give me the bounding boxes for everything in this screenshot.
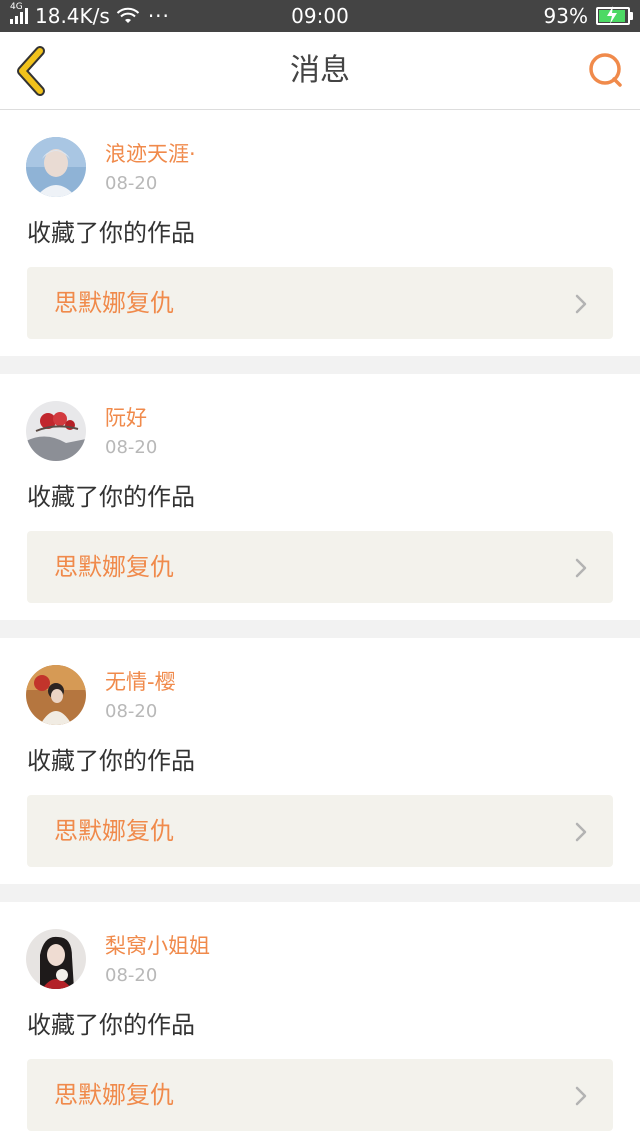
- chevron-right-icon: [575, 558, 587, 578]
- user-name[interactable]: 阮好: [105, 404, 147, 432]
- battery-percent: 93%: [543, 4, 588, 28]
- work-link[interactable]: 思默娜复仇: [27, 531, 613, 603]
- message-action: 收藏了你的作品: [27, 1011, 195, 1039]
- page-title: 消息: [290, 53, 350, 88]
- status-right: 93%: [543, 0, 633, 32]
- avatar[interactable]: [26, 929, 86, 989]
- user-name[interactable]: 无情-樱: [105, 668, 176, 696]
- message-card: 梨窝小姐姐 08-20 收藏了你的作品 思默娜复仇: [0, 902, 640, 1148]
- work-title: 思默娜复仇: [54, 1081, 174, 1109]
- chevron-right-icon: [575, 1086, 587, 1106]
- work-title: 思默娜复仇: [54, 817, 174, 845]
- message-date: 08-20: [105, 701, 158, 722]
- search-icon: [589, 53, 622, 87]
- message-action: 收藏了你的作品: [27, 747, 195, 775]
- avatar[interactable]: [26, 401, 86, 461]
- message-action: 收藏了你的作品: [27, 483, 195, 511]
- work-link[interactable]: 思默娜复仇: [27, 267, 613, 339]
- user-name[interactable]: 梨窝小姐姐: [105, 932, 210, 960]
- message-card: 无情-樱 08-20 收藏了你的作品 思默娜复仇: [0, 638, 640, 884]
- message-date: 08-20: [105, 173, 158, 194]
- chevron-right-icon: [575, 294, 587, 314]
- chevron-right-icon: [575, 822, 587, 842]
- message-card: 阮好 08-20 收藏了你的作品 思默娜复仇: [0, 374, 640, 620]
- user-name[interactable]: 浪迹天涯·: [105, 140, 196, 168]
- avatar[interactable]: [26, 137, 86, 197]
- message-action: 收藏了你的作品: [27, 219, 195, 247]
- message-card: 浪迹天涯· 08-20 收藏了你的作品 思默娜复仇: [0, 110, 640, 356]
- work-title: 思默娜复仇: [54, 553, 174, 581]
- work-title: 思默娜复仇: [54, 289, 174, 317]
- status-bar: 4G 18.4K/s ··· 09:00 93%: [0, 0, 640, 32]
- message-date: 08-20: [105, 965, 158, 986]
- nav-bar: 消息: [0, 32, 640, 110]
- avatar[interactable]: [26, 665, 86, 725]
- work-link[interactable]: 思默娜复仇: [27, 795, 613, 867]
- search-button[interactable]: [586, 50, 626, 90]
- work-link[interactable]: 思默娜复仇: [27, 1059, 613, 1131]
- message-date: 08-20: [105, 437, 158, 458]
- battery-icon: [596, 6, 633, 25]
